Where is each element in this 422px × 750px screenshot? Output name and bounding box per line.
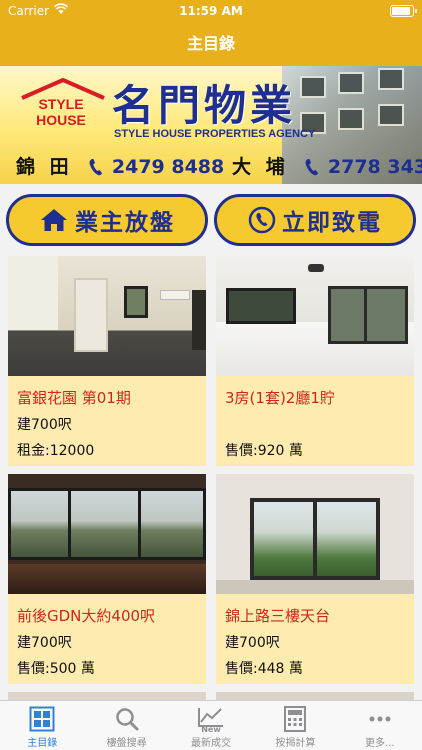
battery-icon <box>390 5 417 17</box>
page-title: 主目錄 <box>186 34 235 53</box>
list-property-label: 業主放盤 <box>75 210 175 236</box>
tab-latest-deals[interactable]: New 最新成交 <box>169 701 253 750</box>
call-now-label: 立即致電 <box>282 210 382 236</box>
listing-price: 售價:920 萬 <box>225 443 303 459</box>
logo-line2: HOUSE <box>36 112 86 128</box>
call-now-button[interactable]: 立即致電 <box>214 194 416 246</box>
brand-name-cn: 名門物業 <box>112 81 297 130</box>
tab-label: 按揭計算 <box>275 738 316 749</box>
tab-more[interactable]: 更多... <box>338 701 422 750</box>
tab-search[interactable]: 樓盤搜尋 <box>84 701 168 750</box>
logo-line1: STYLE <box>38 96 84 112</box>
list-property-button[interactable]: 業主放盤 <box>6 194 208 246</box>
listing-price: 租金:12000 <box>17 443 95 459</box>
search-icon <box>84 706 168 732</box>
tab-home[interactable]: 主目錄 <box>0 701 84 750</box>
listing-photo <box>216 256 414 376</box>
tab-bar: 主目錄 樓盤搜尋 New 最新成交 按揭計算 更多... <box>0 700 422 750</box>
branch-kamtin[interactable]: 錦 田 2479 8488 <box>16 152 224 181</box>
listing-card[interactable]: 前後GDN大約400呎 建700呎 售價:500 萬 <box>8 474 206 684</box>
branch-phone: 2479 8488 <box>111 156 225 178</box>
listing-photo <box>216 474 414 594</box>
branch-name: 錦 田 <box>16 156 73 178</box>
tab-label: 更多... <box>365 738 395 749</box>
listing-title: 富銀花園 第01期 <box>17 389 131 407</box>
listing-size: 建700呎 <box>17 417 72 433</box>
phone-icon <box>305 158 319 181</box>
calculator-icon <box>253 706 337 732</box>
home-grid-icon <box>0 706 84 732</box>
more-icon <box>338 706 422 732</box>
logo: STYLE HOUSE <box>30 96 92 128</box>
listing-photo <box>8 256 206 376</box>
nav-bar: 主目錄 <box>0 22 422 66</box>
tab-label: 主目錄 <box>27 738 58 749</box>
phone-circle-icon <box>248 206 276 234</box>
listing-card[interactable]: 錦上路三樓天台 建700呎 售價:448 萬 <box>216 474 414 684</box>
listing-title: 前後GDN大約400呎 <box>17 607 156 625</box>
new-chart-icon: New <box>169 706 253 732</box>
listing-size: 建700呎 <box>225 635 280 651</box>
svg-text:New: New <box>201 725 221 732</box>
branch-phone: 2778 3438 <box>327 156 422 178</box>
tab-label: 樓盤搜尋 <box>106 738 147 749</box>
action-buttons: 業主放盤 立即致電 <box>0 194 422 248</box>
branch-name: 大 埔 <box>232 156 289 178</box>
agency-banner: STYLE HOUSE 名門物業 STYLE HOUSE PROPERTIES … <box>0 66 422 184</box>
branch-taipo[interactable]: 大 埔 2778 3438 <box>232 152 422 181</box>
clock: 11:59 AM <box>179 4 243 18</box>
listing-price: 售價:448 萬 <box>225 661 303 677</box>
tab-label: 最新成交 <box>191 738 232 749</box>
listing-photo <box>8 474 206 594</box>
listing-title: 錦上路三樓天台 <box>225 607 331 625</box>
listing-title: 3房(1套)2廳1貯 <box>225 389 335 407</box>
brand-name-en: STYLE HOUSE PROPERTIES AGENCY <box>114 128 316 140</box>
listing-card[interactable]: 3房(1套)2廳1貯 售價:920 萬 <box>216 256 414 466</box>
status-bar: Carrier 11:59 AM <box>0 0 422 22</box>
tab-mortgage-calculator[interactable]: 按揭計算 <box>253 701 337 750</box>
listing-size: 建700呎 <box>17 635 72 651</box>
listing-price: 售價:500 萬 <box>17 661 95 677</box>
home-icon <box>41 209 67 231</box>
phone-icon <box>89 158 103 181</box>
listing-card[interactable]: 富銀花園 第01期 建700呎 租金:12000 <box>8 256 206 466</box>
